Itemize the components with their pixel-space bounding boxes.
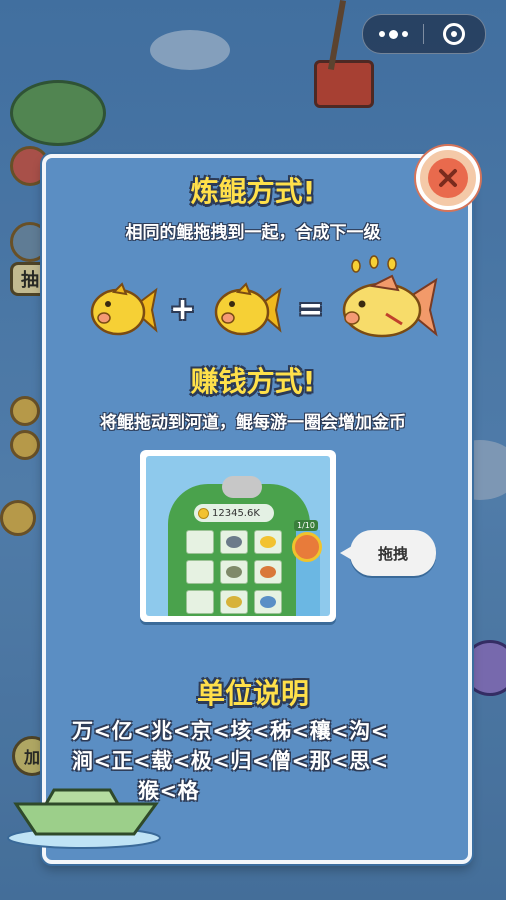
coin-icon xyxy=(198,507,209,519)
equals-sign: = xyxy=(298,292,324,327)
tutorial-screenshot: 12345.6K 1/10 xyxy=(140,450,336,622)
grid-cell xyxy=(186,590,214,614)
target-circle-icon[interactable] xyxy=(424,23,484,45)
tutorial-screenshot-image: 12345.6K 1/10 xyxy=(146,456,330,616)
earn-title: 赚钱方式! xyxy=(190,365,316,398)
drag-hint-text: 拖拽 xyxy=(377,544,408,563)
drag-hint-bubble: 拖拽 xyxy=(340,530,436,576)
grid-cell xyxy=(254,560,282,584)
fish-small-left-icon xyxy=(90,282,158,336)
grid-cell xyxy=(186,560,214,584)
grid-cell xyxy=(220,530,248,554)
tutorial-rock xyxy=(222,476,262,498)
grid-cell xyxy=(254,530,282,554)
plus-sign: + xyxy=(170,292,196,327)
tutorial-coin-counter: 12345.6K xyxy=(194,504,274,522)
boat-decoration-icon xyxy=(7,788,161,849)
fish-small-right-icon xyxy=(214,282,282,336)
tutorial-coin-value: 12345.6K xyxy=(212,507,260,519)
miniprogram-capsule xyxy=(362,14,486,54)
earn-description: 将鲲拖动到河道，鲲每游一圈会增加金币 xyxy=(100,413,406,433)
drag-arrow-icon xyxy=(292,532,322,562)
units-line-2: 涧<正<载<极<归<僧<那<思< xyxy=(72,749,389,773)
tutorial-lane-level: 1/10 xyxy=(294,520,318,531)
grid-cell xyxy=(254,590,282,614)
grid-cell xyxy=(220,560,248,584)
fish-large-result-icon xyxy=(342,255,438,338)
merge-title: 炼鲲方式! xyxy=(190,175,316,208)
grid-cell xyxy=(220,590,248,614)
units-title: 单位说明 xyxy=(196,677,309,710)
merge-description: 相同的鲲拖拽到一起，合成下一级 xyxy=(125,223,381,243)
grid-cell xyxy=(186,530,214,554)
tutorial-fish-grid xyxy=(186,530,282,614)
units-line-1: 万<亿<兆<京<垓<秭<穰<沟< xyxy=(72,719,389,743)
more-dots-icon[interactable] xyxy=(363,29,423,39)
